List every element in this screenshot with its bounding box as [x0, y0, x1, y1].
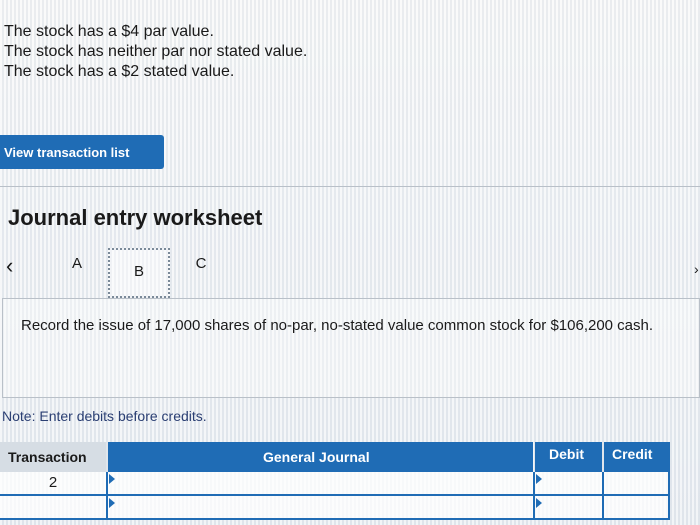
credit-input[interactable] [602, 472, 670, 496]
row-marker-icon [536, 498, 542, 508]
answer-option[interactable]: The stock has neither par nor stated val… [4, 42, 307, 62]
debit-input[interactable] [533, 496, 602, 520]
chevron-right-icon[interactable]: › [694, 262, 700, 276]
row-marker-icon [536, 474, 542, 484]
account-input[interactable] [106, 496, 533, 520]
divider [0, 186, 700, 187]
worksheet-title: Journal entry worksheet [8, 205, 263, 230]
transaction-cell: 2 [0, 472, 106, 496]
answer-options: The stock has a $4 par value. The stock … [4, 22, 307, 82]
note-text: Note: Enter debits before credits. [2, 408, 207, 424]
tab-a[interactable]: A [62, 255, 92, 272]
screen: The stock has a $4 par value. The stock … [0, 0, 700, 525]
chevron-left-icon[interactable]: ‹ [6, 255, 28, 279]
tab-c[interactable]: C [186, 255, 216, 272]
transaction-cell [0, 496, 106, 520]
debit-input[interactable] [533, 472, 602, 496]
view-transaction-list-button[interactable]: View transaction list [0, 135, 164, 169]
account-input[interactable] [106, 472, 533, 496]
journal-table: Transaction General Journal Debit Credit… [0, 442, 700, 525]
row-marker-icon [109, 474, 115, 484]
instruction-box: Record the issue of 17,000 shares of no-… [2, 298, 700, 398]
header-transaction: Transaction [0, 442, 106, 472]
row-marker-icon [109, 498, 115, 508]
credit-input[interactable] [602, 496, 670, 520]
header-credit: Credit [604, 442, 670, 472]
instruction-text: Record the issue of 17,000 shares of no-… [21, 317, 654, 334]
header-debit: Debit [535, 442, 602, 472]
header-general-journal: General Journal [108, 442, 533, 472]
answer-option[interactable]: The stock has a $4 par value. [4, 22, 307, 42]
answer-option[interactable]: The stock has a $2 stated value. [4, 62, 307, 82]
tab-b[interactable]: B [108, 248, 170, 298]
